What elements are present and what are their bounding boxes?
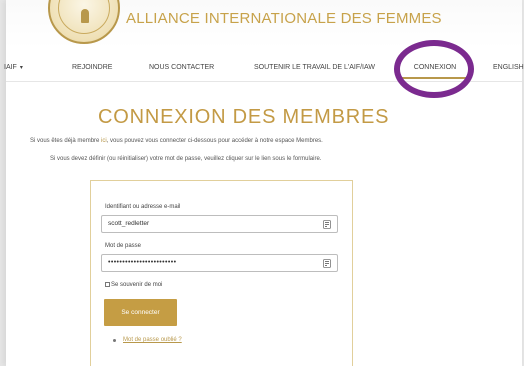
intro-text-after: , vous pouvez vous connecter ci-dessous … bbox=[106, 138, 323, 144]
nav-item-soutenir[interactable]: SOUTENIR LE TRAVAIL DE L'AIF/IAW bbox=[254, 64, 375, 71]
intro-text-before: Si vous êtes déjà membre bbox=[30, 138, 102, 144]
username-label: Identifiant ou adresse e-mail bbox=[105, 204, 181, 210]
page-title: CONNEXION DES MEMBRES bbox=[98, 106, 390, 128]
remember-me-row[interactable]: Se souvenir de moi bbox=[105, 282, 162, 288]
site-title: ALLIANCE INTERNATIONALE DES FEMMES bbox=[126, 10, 442, 27]
nav-item-iaif[interactable]: IAIF ▾ bbox=[4, 64, 23, 71]
password-field[interactable]: •••••••••••••••••••••••• bbox=[101, 254, 338, 272]
nav-item-english[interactable]: ENGLISH bbox=[493, 64, 524, 71]
nav-item-rejoindre[interactable]: REJOINDRE bbox=[72, 64, 112, 71]
password-value: •••••••••••••••••••••••• bbox=[108, 259, 177, 266]
intro-text-line-1: Si vous êtes déjà membre ici, vous pouve… bbox=[30, 138, 323, 144]
login-form: Identifiant ou adresse e-mail scott_redl… bbox=[90, 180, 353, 366]
password-label: Mot de passe bbox=[105, 243, 142, 249]
login-button[interactable]: Se connecter bbox=[104, 299, 177, 326]
nav-item-label: IAIF bbox=[4, 64, 17, 71]
forgot-password-link[interactable]: Mot de passe oublié ? bbox=[123, 337, 182, 343]
username-field[interactable]: scott_redletter bbox=[101, 215, 338, 233]
remember-me-label: Se souvenir de moi bbox=[111, 282, 163, 289]
organization-logo[interactable] bbox=[48, 0, 120, 44]
password-manager-icon[interactable] bbox=[323, 259, 331, 268]
page: ALLIANCE INTERNATIONALE DES FEMMES IAIF ▾… bbox=[4, 0, 524, 366]
remember-me-checkbox[interactable] bbox=[105, 282, 110, 287]
password-manager-icon[interactable] bbox=[323, 220, 331, 229]
logo-inner-ring bbox=[58, 0, 110, 34]
bullet-icon bbox=[113, 339, 116, 342]
nav-item-nous-contacter[interactable]: NOUS CONTACTER bbox=[149, 64, 214, 71]
username-value: scott_redletter bbox=[108, 220, 150, 227]
intro-text-line-2: Si vous devez définir (ou réinitialiser)… bbox=[50, 156, 322, 162]
chevron-down-icon: ▾ bbox=[19, 65, 23, 71]
highlight-circle-annotation bbox=[394, 40, 474, 98]
logo-emblem-icon bbox=[81, 9, 89, 23]
